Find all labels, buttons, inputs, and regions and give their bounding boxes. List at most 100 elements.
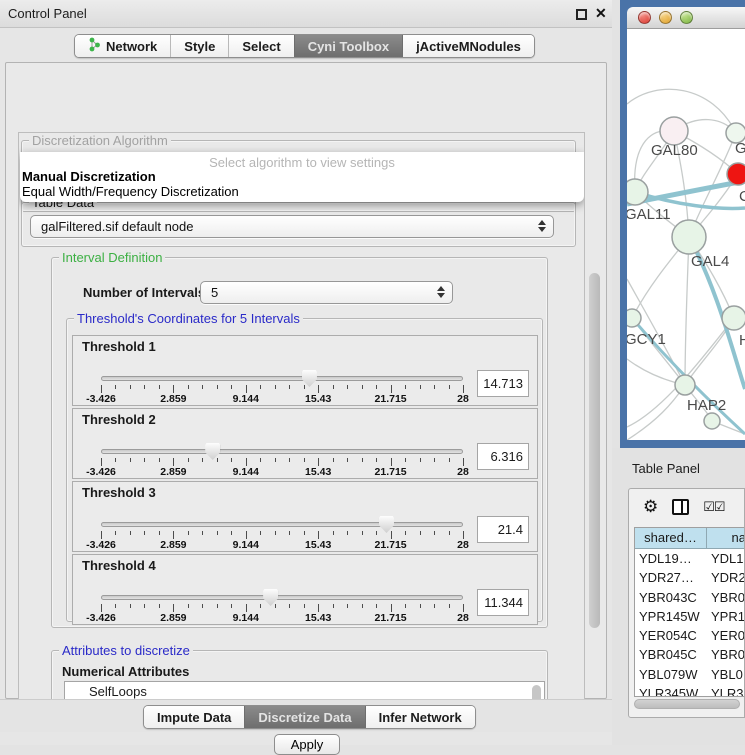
table-row[interactable]: YBR045CYBR0 [635,645,745,664]
algorithm-option[interactable]: Manual Discretization [20,169,584,184]
control-panel-titlebar: Control Panel ✕ [0,0,612,28]
network-node[interactable] [672,220,706,254]
stepper-arrows-icon [538,220,546,232]
tab-label: Cyni Toolbox [308,39,389,54]
column-header-shared-name[interactable]: shared… [635,528,707,548]
network-node-label: G. [735,140,745,157]
threshold-value-field[interactable]: 21.4 [477,516,529,543]
table-row[interactable]: YDL19…YDL1 [635,549,745,568]
number-of-intervals-label: Number of Intervals [83,285,205,300]
table-cell[interactable]: YDL1 [707,549,745,568]
network-node[interactable] [627,179,648,205]
threshold-slider[interactable]: -3.4262.8599.14415.4321.71528 [101,522,463,550]
slider-tick-labels: -3.4262.8599.14415.4321.71528 [101,393,463,405]
tab-select[interactable]: Select [228,35,293,57]
table-cell[interactable]: YBR0 [707,588,745,607]
table-cell[interactable]: YPR1 [707,607,745,626]
tick-label: 28 [457,612,469,624]
table-cell[interactable]: YLR3 [707,684,745,697]
settings-scroll-area: Discretization Algorithm Select algorith… [18,132,585,730]
close-traffic-light-icon[interactable] [638,11,651,24]
threshold-value-field[interactable]: 6.316 [477,443,529,470]
table-cell[interactable]: YPR145W [635,607,707,626]
tick-label: 21.715 [375,612,407,624]
network-node-label: HAP2 [687,397,726,414]
algorithm-option[interactable]: Equal Width/Frequency Discretization [20,184,584,199]
network-canvas[interactable]: GAL80G.GAL11GAL4GCY1HHAP2C [627,29,745,440]
tab-label: Discretize Data [258,710,351,725]
network-node-label: GAL11 [627,206,671,223]
table-row[interactable]: YPR145WYPR1 [635,607,745,626]
threshold-panel: Threshold 1-3.4262.8599.14415.4321.71528… [72,335,538,406]
number-of-intervals-combobox[interactable]: 5 [200,281,453,304]
table-data-combobox[interactable]: galFiltered.sif default node [30,215,554,238]
threshold-value-field[interactable]: 11.344 [477,589,529,616]
threshold-label: Threshold 4 [82,558,156,573]
tick-label: 2.859 [160,466,186,478]
table-row[interactable]: YBR043CYBR0 [635,588,745,607]
table-cell[interactable]: YBR045C [635,645,707,664]
columns-icon[interactable] [672,499,689,515]
table-panel: Table Panel ⚙ ☑☑ shared… na YDL19…YDL1YD… [612,448,745,745]
table-cell[interactable]: YER0 [707,626,745,645]
table-horizontal-scrollbar[interactable] [634,699,740,709]
threshold-slider[interactable]: -3.4262.8599.14415.4321.71528 [101,449,463,477]
close-icon[interactable]: ✕ [595,5,607,22]
table-row[interactable]: YBL079WYBL0 [635,665,745,684]
table-data-value: galFiltered.sif default node [41,219,193,234]
thresholds-group: Threshold's Coordinates for 5 Intervals … [66,318,543,622]
zoom-traffic-light-icon[interactable] [680,11,693,24]
slider-tick-labels: -3.4262.8599.14415.4321.71528 [101,539,463,551]
table-cell[interactable]: YER054C [635,626,707,645]
attributes-group-title: Attributes to discretize [59,643,193,658]
network-node[interactable] [660,117,688,145]
tab-discretize-data[interactable]: Discretize Data [244,706,364,728]
threshold-panel: Threshold 3-3.4262.8599.14415.4321.71528… [72,481,538,552]
table-cell[interactable]: YDR27… [635,568,707,587]
threshold-slider[interactable]: -3.4262.8599.14415.4321.71528 [101,376,463,404]
gear-icon[interactable]: ⚙ [643,497,658,517]
network-node[interactable] [722,306,745,330]
network-node[interactable] [727,163,745,185]
tab-impute-data[interactable]: Impute Data [144,706,244,728]
tick-label: 2.859 [160,612,186,624]
tick-label: 9.144 [233,539,259,551]
tick-label: 2.859 [160,393,186,405]
table-cell[interactable]: YBR0 [707,645,745,664]
table-row[interactable]: YDR27…YDR2 [635,568,745,587]
tick-label: -3.426 [86,612,116,624]
network-node[interactable] [675,375,695,395]
interval-definition-group: Interval Definition Number of Intervals … [51,257,548,628]
tab-jactivemnodules[interactable]: jActiveMNodules [402,35,534,57]
table-cell[interactable]: YBL079W [635,665,707,684]
tick-label: 15.43 [305,612,331,624]
column-header-name[interactable]: na [707,528,745,548]
stepper-arrows-icon [437,286,445,298]
network-node[interactable] [704,413,720,429]
table-row[interactable]: YER054CYER0 [635,626,745,645]
table-header-row: shared… na [635,528,745,549]
threshold-slider[interactable]: -3.4262.8599.14415.4321.71528 [101,595,463,623]
slider-track [101,376,463,381]
checkboxes-icon[interactable]: ☑☑ [703,499,724,515]
table-cell[interactable]: YDL19… [635,549,707,568]
tab-label: jActiveMNodules [416,39,521,54]
algorithm-prompt: Select algorithm to view settings [20,152,584,169]
tab-network[interactable]: Network [75,35,170,57]
table-cell[interactable]: YLR345W [635,684,707,697]
tab-infer-network[interactable]: Infer Network [365,706,475,728]
threshold-panel: Threshold 4-3.4262.8599.14415.4321.71528… [72,554,538,625]
threshold-value-field[interactable]: 14.713 [477,370,529,397]
tab-style[interactable]: Style [170,35,228,57]
control-panel: Control Panel ✕ NetworkStyleSelect Cyni T… [0,0,612,745]
minimize-traffic-light-icon[interactable] [659,11,672,24]
float-window-icon[interactable] [576,9,587,20]
table-cell[interactable]: YDR2 [707,568,745,587]
table-row[interactable]: YLR345WYLR3 [635,684,745,697]
tab-cyni-toolbox[interactable]: Cyni Toolbox [294,35,402,57]
numerical-attributes-label: Numerical Attributes [62,664,189,679]
settings-vertical-scrollbar[interactable] [589,273,600,628]
table-cell[interactable]: YBR043C [635,588,707,607]
table-cell[interactable]: YBL0 [707,665,745,684]
network-node[interactable] [627,309,641,327]
